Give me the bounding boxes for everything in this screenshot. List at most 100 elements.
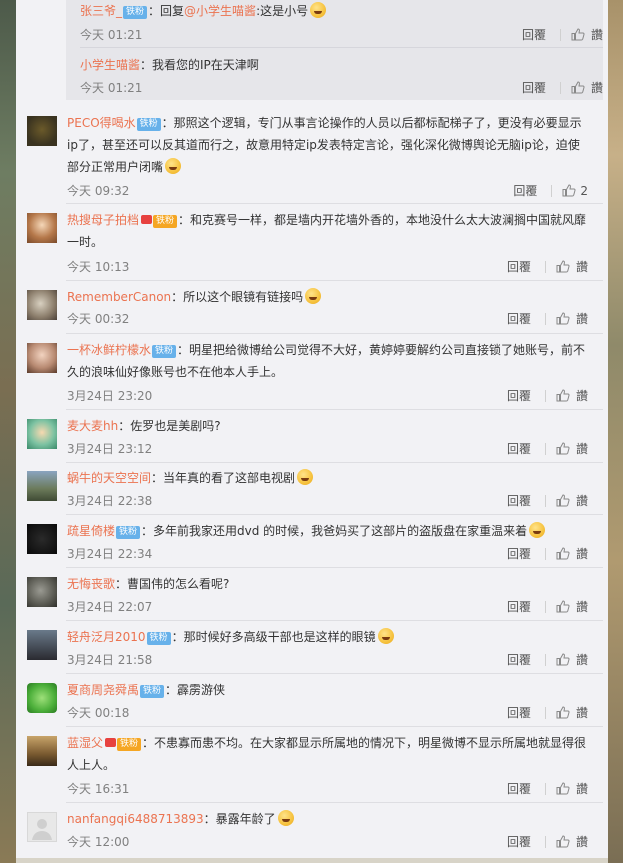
user-avatar[interactable] bbox=[27, 290, 57, 320]
thumbs-up-icon[interactable] bbox=[556, 494, 570, 507]
thumbs-up-icon[interactable] bbox=[556, 782, 570, 795]
fan-badge[interactable]: 铁粉 bbox=[123, 6, 148, 19]
reply-text-post: :这是小号 bbox=[256, 4, 309, 18]
thumbs-up-icon[interactable] bbox=[556, 835, 570, 848]
reply-username[interactable]: 小学生喵酱 bbox=[80, 58, 140, 72]
user-avatar[interactable] bbox=[27, 343, 57, 373]
comment-panel: 张三爷_ 铁粉 ：回复@小学生喵酱:这是小号 今天 01:21 回覆讚 小学生喵酱：… bbox=[16, 0, 608, 858]
reply-button[interactable]: 回覆 bbox=[513, 182, 537, 199]
divider bbox=[551, 185, 553, 197]
username[interactable]: 麦大麦hh bbox=[67, 419, 118, 433]
fan-badge[interactable]: 铁粉 bbox=[117, 738, 142, 751]
reply-text: ：我看您的IP在天津啊 bbox=[140, 58, 259, 72]
user-avatar[interactable] bbox=[27, 524, 57, 554]
fan-badge[interactable]: 铁粉 bbox=[136, 118, 161, 131]
username[interactable]: 疏星倚楼 bbox=[67, 524, 115, 538]
comment-time: 3月24日 21:58 bbox=[67, 653, 153, 667]
username[interactable]: 蜗牛的天空空间 bbox=[67, 471, 151, 485]
user-avatar[interactable] bbox=[27, 736, 57, 766]
username[interactable]: 热搜母子拍档 bbox=[67, 213, 139, 227]
mention-link[interactable]: @小学生喵酱 bbox=[184, 4, 256, 18]
user-avatar[interactable] bbox=[27, 213, 57, 243]
username[interactable]: nanfangqi6488713893 bbox=[67, 812, 204, 826]
user-avatar[interactable] bbox=[27, 419, 57, 449]
laugh-cry-emoji bbox=[305, 288, 322, 304]
divider bbox=[66, 462, 603, 463]
reply-button[interactable]: 回覆 bbox=[522, 79, 546, 96]
user-avatar[interactable] bbox=[27, 630, 57, 660]
user-avatar[interactable] bbox=[27, 116, 57, 146]
thumbs-up-icon[interactable] bbox=[556, 600, 570, 613]
reply-button[interactable]: 回覆 bbox=[507, 651, 531, 668]
thumbs-up-icon[interactable] bbox=[556, 312, 570, 325]
divider bbox=[544, 707, 546, 719]
reply-button[interactable]: 回覆 bbox=[522, 26, 546, 43]
username[interactable]: 无悔丧歌 bbox=[67, 577, 115, 591]
divider bbox=[66, 333, 603, 334]
divider bbox=[544, 548, 546, 560]
thumbs-up-icon[interactable] bbox=[562, 184, 576, 197]
comment-text: ：曹国伟的怎么看呢? bbox=[115, 577, 230, 591]
reply-button[interactable]: 回覆 bbox=[507, 492, 531, 509]
thumbs-up-icon[interactable] bbox=[556, 442, 570, 455]
username[interactable]: 一杯冰鲜柠檬水 bbox=[67, 343, 151, 357]
bottom-strip bbox=[16, 858, 608, 863]
reply-button[interactable]: 回覆 bbox=[507, 440, 531, 457]
like-label: 讚 bbox=[575, 653, 588, 667]
reply-button[interactable]: 回覆 bbox=[507, 704, 531, 721]
divider bbox=[559, 82, 561, 94]
thumbs-up-icon[interactable] bbox=[556, 260, 570, 273]
user-avatar[interactable] bbox=[27, 577, 57, 607]
fan-badge[interactable]: 铁粉 bbox=[153, 215, 178, 228]
thumbs-up-icon[interactable] bbox=[571, 28, 585, 41]
reply-button[interactable]: 回覆 bbox=[507, 258, 531, 275]
comment-time: 今天 00:18 bbox=[67, 706, 130, 720]
reply-time: 今天 01:21 bbox=[80, 81, 143, 95]
like-label: 讚 bbox=[575, 600, 588, 614]
reply-text: ：回复 bbox=[148, 4, 185, 18]
user-avatar[interactable] bbox=[27, 683, 57, 713]
thumbs-up-icon[interactable] bbox=[556, 653, 570, 666]
smile-emoji bbox=[310, 2, 327, 18]
divider bbox=[544, 261, 546, 273]
comment-time: 3月24日 22:07 bbox=[67, 600, 153, 614]
user-avatar[interactable] bbox=[27, 471, 57, 501]
fan-badge[interactable]: 铁粉 bbox=[146, 632, 171, 645]
username[interactable]: PECO得喝水 bbox=[67, 116, 136, 130]
like-label: 讚 bbox=[575, 442, 588, 456]
username[interactable]: 蓝湿父 bbox=[67, 736, 103, 750]
reply-time: 今天 01:21 bbox=[80, 28, 143, 42]
grin-emoji bbox=[277, 810, 294, 826]
reply-button[interactable]: 回覆 bbox=[507, 780, 531, 797]
like-label: 讚 bbox=[575, 782, 588, 796]
divider bbox=[66, 514, 603, 515]
reply-username[interactable]: 张三爷_ bbox=[80, 4, 122, 18]
thumbs-up-icon[interactable] bbox=[556, 706, 570, 719]
comment-time: 3月24日 23:20 bbox=[67, 389, 153, 403]
username[interactable]: RememberCanon bbox=[67, 290, 171, 304]
divider bbox=[544, 783, 546, 795]
username[interactable]: 夏商周尧舜禹 bbox=[67, 683, 139, 697]
thumbs-up-icon[interactable] bbox=[571, 81, 585, 94]
divider bbox=[66, 726, 603, 727]
fan-badge[interactable]: 铁粉 bbox=[152, 345, 177, 358]
cat-emoji bbox=[529, 522, 546, 538]
thumbs-up-icon[interactable] bbox=[556, 389, 570, 402]
like-label: 讚 bbox=[575, 547, 588, 561]
fan-badge[interactable]: 铁粉 bbox=[140, 685, 165, 698]
like-label: 讚 bbox=[590, 81, 603, 95]
background-painting-right bbox=[608, 0, 623, 863]
reply-button[interactable]: 回覆 bbox=[507, 833, 531, 850]
reply-button[interactable]: 回覆 bbox=[507, 387, 531, 404]
reply-button[interactable]: 回覆 bbox=[507, 310, 531, 327]
thumbs-up-icon[interactable] bbox=[556, 547, 570, 560]
like-label: 讚 bbox=[575, 260, 588, 274]
divider bbox=[66, 620, 603, 621]
user-avatar[interactable] bbox=[27, 812, 57, 842]
fan-badge[interactable]: 铁粉 bbox=[116, 526, 141, 539]
reply-button[interactable]: 回覆 bbox=[507, 598, 531, 615]
comment-time: 今天 10:13 bbox=[67, 260, 130, 274]
like-label: 讚 bbox=[575, 706, 588, 720]
reply-button[interactable]: 回覆 bbox=[507, 545, 531, 562]
username[interactable]: 轻舟泛月2010 bbox=[67, 630, 146, 644]
